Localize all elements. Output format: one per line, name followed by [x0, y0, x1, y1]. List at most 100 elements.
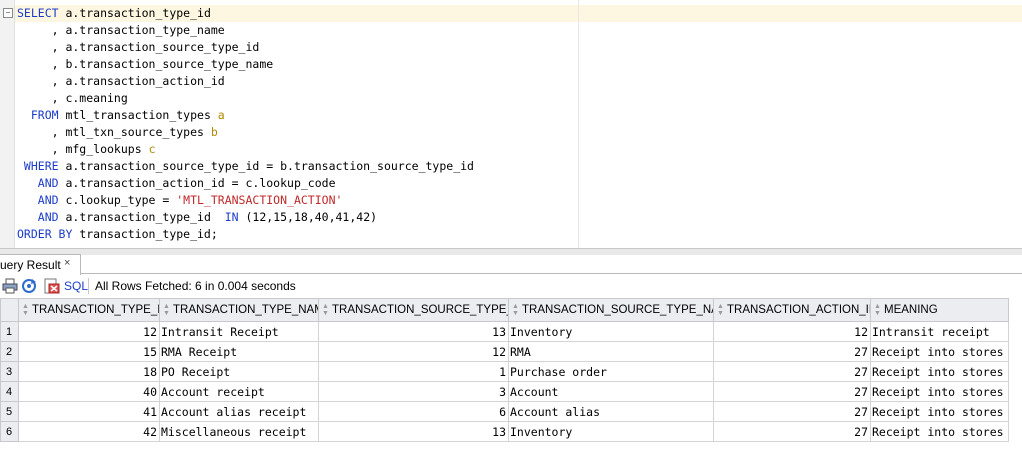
column-header[interactable]: ▲ ▼ TRANSACTION_TYPE_ID: [18, 298, 160, 322]
sql-keyword: FROM: [17, 108, 66, 122]
code-line[interactable]: , c.meaning: [17, 91, 128, 105]
code-line[interactable]: , a.transaction_type_name: [17, 23, 225, 37]
sql-token: , a.transaction_action_id: [17, 74, 225, 88]
table-cell[interactable]: Receipt into stores: [870, 401, 1009, 422]
table-cell[interactable]: PO Receipt: [159, 361, 319, 382]
table-cell[interactable]: Account alias receipt: [159, 401, 319, 422]
table-cell[interactable]: 13: [318, 321, 509, 342]
table-cell[interactable]: 40: [18, 381, 160, 402]
code-line[interactable]: , b.transaction_source_type_name: [17, 57, 274, 71]
sort-arrows-icon: ▲ ▼: [163, 303, 170, 317]
code-line[interactable]: AND a.transaction_type_id IN (12,15,18,4…: [17, 210, 377, 224]
row-number[interactable]: 5: [0, 401, 19, 422]
table-cell[interactable]: 12: [318, 341, 509, 362]
code-line[interactable]: SELECT a.transaction_type_id: [17, 6, 211, 20]
result-toolbar: SQL All Rows Fetched: 6 in 0.004 seconds: [0, 275, 1022, 297]
sql-alias: c: [148, 142, 156, 156]
table-cell[interactable]: Intransit receipt: [870, 321, 1009, 342]
column-header[interactable]: ▲ ▼ TRANSACTION_SOURCE_TYPE_ID: [318, 298, 509, 322]
sql-link[interactable]: SQL: [64, 279, 88, 293]
sql-keyword: IN: [224, 210, 239, 224]
tab-query-result[interactable]: uery Result ×: [0, 254, 81, 275]
table-cell[interactable]: Intransit Receipt: [159, 321, 319, 342]
table-cell[interactable]: 18: [18, 361, 160, 382]
table-cell[interactable]: 27: [713, 341, 871, 362]
table-cell[interactable]: 1: [318, 361, 509, 382]
sql-token: , b.transaction_source_type_name: [17, 57, 274, 71]
sql-token: a.transaction_source_type_id = b.transac…: [65, 159, 474, 173]
print-icon[interactable]: [2, 278, 18, 294]
table-row[interactable]: 6 42 Miscellaneous receipt 13 Inventory 27 Rec…: [0, 421, 1009, 442]
sql-alias: b: [210, 125, 218, 139]
table-cell[interactable]: RMA: [508, 341, 714, 362]
table-cell[interactable]: Account alias: [508, 401, 714, 422]
sql-code[interactable]: SELECT a.transaction_type_id , a.transac…: [17, 5, 474, 243]
table-cell[interactable]: 12: [18, 321, 160, 342]
table-cell[interactable]: 27: [713, 381, 871, 402]
column-header[interactable]: ▲ ▼ MEANING: [870, 298, 1009, 322]
code-line[interactable]: , mfg_lookups c: [17, 142, 156, 156]
table-cell[interactable]: 27: [713, 361, 871, 382]
refresh-icon[interactable]: [21, 278, 37, 294]
export-icon[interactable]: [43, 278, 61, 294]
table-cell[interactable]: 27: [713, 401, 871, 422]
row-number[interactable]: 4: [0, 381, 19, 402]
table-cell[interactable]: Receipt into stores: [870, 341, 1009, 362]
grid-corner[interactable]: [0, 298, 19, 322]
fetch-status: All Rows Fetched: 6 in 0.004 seconds: [95, 279, 296, 293]
code-line[interactable]: , mtl_txn_source_types b: [17, 125, 218, 139]
close-icon[interactable]: ×: [64, 253, 70, 273]
code-line[interactable]: , a.transaction_source_type_id: [17, 40, 260, 54]
table-row[interactable]: 3 18 PO Receipt 1 Purchase order 27 Receipt in…: [0, 361, 1009, 382]
table-row[interactable]: 4 40 Account receipt 3 Account 27 Receipt into…: [0, 381, 1009, 402]
sql-token: a.transaction_action_id = c.lookup_code: [65, 176, 336, 190]
sql-keyword: ORDER BY: [17, 227, 80, 241]
table-cell[interactable]: 15: [18, 341, 160, 362]
sql-token: , mfg_lookups: [17, 142, 149, 156]
sql-editor[interactable]: − SELECT a.transaction_type_id , a.trans…: [0, 0, 1022, 248]
code-line[interactable]: FROM mtl_transaction_types a: [17, 108, 225, 122]
editor-right-margin: [578, 0, 579, 248]
code-line[interactable]: ORDER BY transaction_type_id;: [17, 227, 218, 241]
toolbar-separator: [88, 278, 89, 294]
row-number[interactable]: 2: [0, 341, 19, 362]
sql-alias: a: [217, 108, 225, 122]
table-cell[interactable]: Inventory: [508, 421, 714, 442]
row-number[interactable]: 1: [0, 321, 19, 342]
table-cell[interactable]: Inventory: [508, 321, 714, 342]
code-line[interactable]: , a.transaction_action_id: [17, 74, 225, 88]
column-header[interactable]: ▲▼TRANSACTION_SOURCE_TYPE_NAME: [508, 298, 714, 322]
sql-keyword: AND: [17, 176, 66, 190]
table-cell[interactable]: Receipt into stores: [870, 381, 1009, 402]
table-row[interactable]: 5 41 Account alias receipt 6 Account alias 27…: [0, 401, 1009, 422]
column-header[interactable]: ▲ ▼ TRANSACTION_TYPE_NAME: [159, 298, 319, 322]
table-cell[interactable]: Account receipt: [159, 381, 319, 402]
column-header[interactable]: ▲ ▼ TRANSACTION_ACTION_ID: [713, 298, 871, 322]
table-cell[interactable]: 13: [318, 421, 509, 442]
table-cell[interactable]: Purchase order: [508, 361, 714, 382]
code-line[interactable]: AND a.transaction_action_id = c.lookup_c…: [17, 176, 336, 190]
table-cell[interactable]: 27: [713, 421, 871, 442]
table-row[interactable]: 2 15 RMA Receipt 12 RMA 27 Receipt into stores: [0, 341, 1009, 362]
row-number[interactable]: 3: [0, 361, 19, 382]
table-cell[interactable]: 12: [713, 321, 871, 342]
table-cell[interactable]: 42: [18, 421, 160, 442]
table-cell[interactable]: 41: [18, 401, 160, 422]
minus-fold-icon[interactable]: −: [3, 8, 13, 18]
table-row[interactable]: 1 12 Intransit Receipt 13 Inventory 12 Intrans…: [0, 321, 1009, 342]
code-line[interactable]: WHERE a.transaction_source_type_id = b.t…: [17, 159, 474, 173]
results-grid[interactable]: ▲ ▼ TRANSACTION_TYPE_ID ▲ ▼ TRANSACTION_TYPE…: [0, 298, 1022, 469]
sql-token: a.transaction_type_id: [65, 6, 211, 20]
table-cell[interactable]: Account: [508, 381, 714, 402]
editor-gutter: −: [0, 0, 15, 248]
row-number[interactable]: 6: [0, 421, 19, 442]
sort-arrows-icon: ▲ ▼: [717, 303, 724, 317]
panel-splitter[interactable]: [0, 248, 1022, 255]
table-cell[interactable]: Receipt into stores: [870, 421, 1009, 442]
table-cell[interactable]: RMA Receipt: [159, 341, 319, 362]
table-cell[interactable]: Miscellaneous receipt: [159, 421, 319, 442]
table-cell[interactable]: 3: [318, 381, 509, 402]
code-line[interactable]: AND c.lookup_type = 'MTL_TRANSACTION_ACT…: [17, 193, 343, 207]
table-cell[interactable]: Receipt into stores: [870, 361, 1009, 382]
table-cell[interactable]: 6: [318, 401, 509, 422]
